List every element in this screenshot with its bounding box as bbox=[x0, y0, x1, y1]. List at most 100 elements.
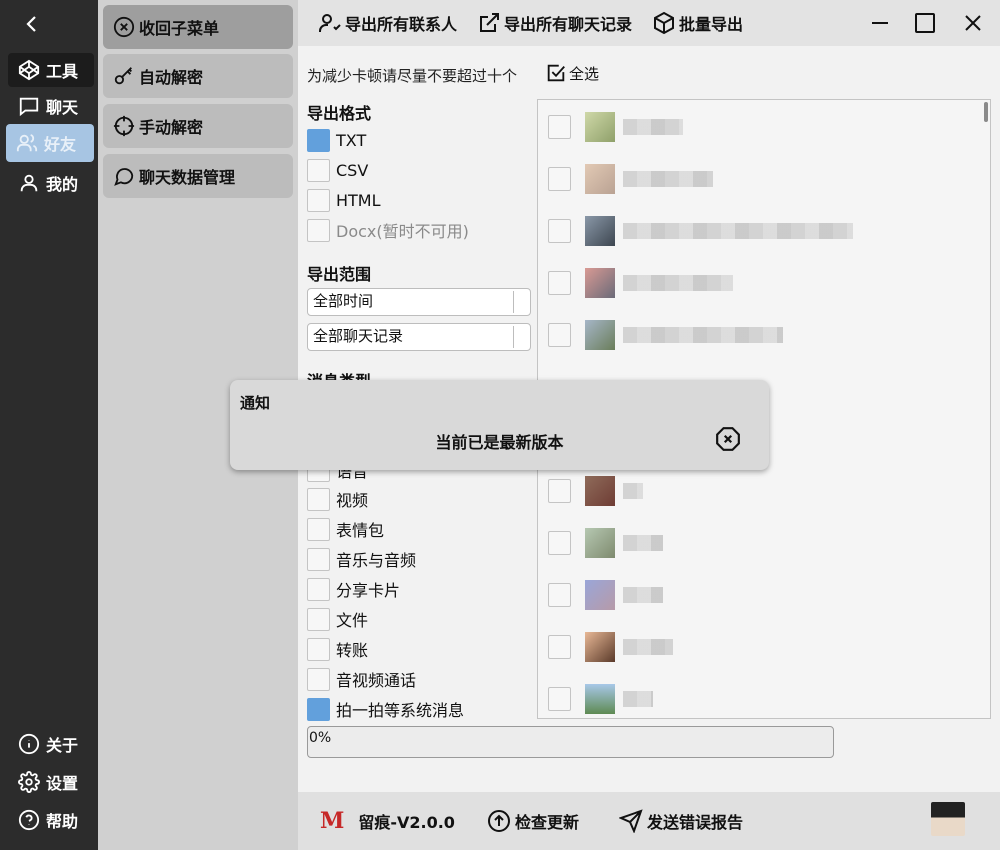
back-arrow-icon[interactable] bbox=[20, 12, 44, 36]
time-range-select[interactable]: 全部时间 bbox=[307, 288, 531, 316]
list-item[interactable] bbox=[548, 268, 733, 298]
user-icon bbox=[20, 174, 38, 192]
export-range-title: 导出范围 bbox=[307, 265, 372, 284]
msg-file-checkbox[interactable]: 文件 bbox=[307, 607, 368, 631]
export-chats-button[interactable]: 导出所有聊天记录 bbox=[477, 11, 632, 35]
checkbox-label: 文件 bbox=[336, 611, 369, 630]
list-item[interactable] bbox=[548, 580, 663, 610]
msg-transfer-checkbox[interactable]: 转账 bbox=[307, 637, 368, 661]
codepen-icon bbox=[18, 59, 40, 81]
batch-export-button[interactable]: 批量导出 bbox=[652, 11, 743, 35]
checkbox-box[interactable] bbox=[548, 323, 571, 347]
checkbox-box bbox=[307, 128, 330, 152]
format-docx-checkbox: Docx(暂时不可用) bbox=[307, 218, 469, 242]
app-logo: M bbox=[320, 808, 345, 834]
checkbox-label: 视频 bbox=[336, 491, 369, 510]
msg-music-checkbox[interactable]: 音乐与音频 bbox=[307, 547, 416, 571]
check-square-icon bbox=[547, 64, 565, 82]
notification-message: 当前已是最新版本 bbox=[435, 433, 564, 452]
list-item[interactable] bbox=[548, 684, 653, 714]
select-all-label: 全选 bbox=[569, 64, 600, 83]
checkbox-box[interactable] bbox=[548, 687, 571, 711]
list-item[interactable] bbox=[548, 528, 663, 558]
blurred-name bbox=[623, 639, 673, 655]
nav-item-settings[interactable]: 设置 bbox=[8, 766, 94, 798]
checkbox-label: 转账 bbox=[336, 641, 369, 660]
checkbox-box[interactable] bbox=[548, 635, 571, 659]
list-item[interactable] bbox=[548, 112, 683, 142]
checkbox-label: TXT bbox=[336, 130, 367, 150]
maximize-icon[interactable] bbox=[913, 11, 937, 35]
msg-call-checkbox[interactable]: 音视频通话 bbox=[307, 667, 416, 691]
external-link-icon bbox=[480, 13, 500, 32]
checkbox-box[interactable] bbox=[548, 219, 571, 243]
msg-sticker-checkbox[interactable]: 表情包 bbox=[307, 517, 384, 541]
checkbox-label: 分享卡片 bbox=[336, 581, 401, 600]
checkbox-label: CSV bbox=[336, 160, 369, 180]
nav-item-about[interactable]: 关于 bbox=[8, 728, 94, 760]
hint-text: 为减少卡顿请尽量不要超过十个 bbox=[307, 67, 518, 85]
nav-item-friends[interactable]: 好友 bbox=[6, 124, 94, 162]
close-octagon-icon[interactable] bbox=[715, 426, 741, 452]
info-icon bbox=[18, 733, 40, 755]
list-item[interactable] bbox=[548, 632, 673, 662]
check-update-button[interactable]: 检查更新 bbox=[487, 809, 579, 833]
list-item[interactable] bbox=[548, 216, 853, 246]
format-html-checkbox[interactable]: HTML bbox=[307, 188, 381, 212]
submenu-label: 聊天数据管理 bbox=[139, 168, 236, 187]
msg-video-checkbox[interactable]: 视频 bbox=[307, 487, 368, 511]
nav-item-me[interactable]: 我的 bbox=[8, 166, 94, 200]
scrollbar[interactable] bbox=[984, 102, 988, 122]
minimize-icon[interactable] bbox=[868, 11, 892, 35]
select-all-checkbox[interactable]: 全选 bbox=[545, 62, 599, 84]
blurred-name bbox=[623, 275, 733, 291]
nav-item-help[interactable]: 帮助 bbox=[8, 804, 94, 836]
avatar bbox=[585, 268, 615, 298]
collapse-submenu-button[interactable]: 收回子菜单 bbox=[103, 5, 293, 49]
checkbox-box[interactable] bbox=[548, 115, 571, 139]
nav-item-chat[interactable]: 聊天 bbox=[8, 89, 94, 123]
checkbox-box bbox=[307, 667, 330, 691]
nav-label: 聊天 bbox=[46, 98, 79, 117]
check-update-label: 检查更新 bbox=[514, 813, 579, 832]
checkbox-box bbox=[307, 607, 330, 631]
list-item[interactable] bbox=[548, 320, 783, 350]
checkbox-box bbox=[307, 487, 330, 511]
msg-share-card-checkbox[interactable]: 分享卡片 bbox=[307, 577, 400, 601]
list-item[interactable] bbox=[548, 164, 713, 194]
record-range-select[interactable]: 全部聊天记录 bbox=[307, 323, 531, 351]
notification-popup: 通知 当前已是最新版本 bbox=[230, 380, 769, 470]
export-contacts-button[interactable]: 导出所有联系人 bbox=[318, 11, 457, 35]
blurred-name bbox=[623, 327, 783, 343]
avatar bbox=[585, 528, 615, 558]
avatar bbox=[585, 632, 615, 662]
checkbox-box bbox=[307, 517, 330, 541]
user-avatar[interactable] bbox=[931, 802, 965, 836]
close-circle-icon bbox=[113, 16, 135, 38]
checkbox-box[interactable] bbox=[548, 271, 571, 295]
export-chats-label: 导出所有聊天记录 bbox=[504, 15, 633, 34]
msg-system-checkbox[interactable]: 拍一拍等系统消息 bbox=[307, 697, 464, 721]
blurred-name bbox=[623, 119, 683, 135]
submenu-label: 收回子菜单 bbox=[139, 19, 220, 38]
format-csv-checkbox[interactable]: CSV bbox=[307, 158, 368, 182]
checkbox-box[interactable] bbox=[548, 167, 571, 191]
key-icon bbox=[114, 67, 132, 85]
nav-item-tools[interactable]: 工具 bbox=[8, 53, 94, 87]
version-label: 留痕-V2.0.0 bbox=[358, 813, 455, 832]
format-txt-checkbox[interactable]: TXT bbox=[307, 128, 366, 152]
checkbox-box[interactable] bbox=[548, 583, 571, 607]
checkbox-label: HTML bbox=[336, 190, 381, 210]
report-error-button[interactable]: 发送错误报告 bbox=[618, 809, 743, 833]
auto-decrypt-button[interactable]: 自动解密 bbox=[103, 54, 293, 98]
checkbox-box[interactable] bbox=[548, 531, 571, 555]
manual-decrypt-button[interactable]: 手动解密 bbox=[103, 104, 293, 148]
list-item[interactable] bbox=[548, 476, 643, 506]
checkbox-box[interactable] bbox=[548, 479, 571, 503]
chat-data-management-button[interactable]: 聊天数据管理 bbox=[103, 154, 293, 198]
submenu-label: 手动解密 bbox=[139, 118, 204, 137]
close-icon[interactable] bbox=[961, 11, 985, 35]
gear-icon bbox=[18, 771, 40, 793]
blurred-name bbox=[623, 223, 853, 239]
avatar bbox=[585, 476, 615, 506]
